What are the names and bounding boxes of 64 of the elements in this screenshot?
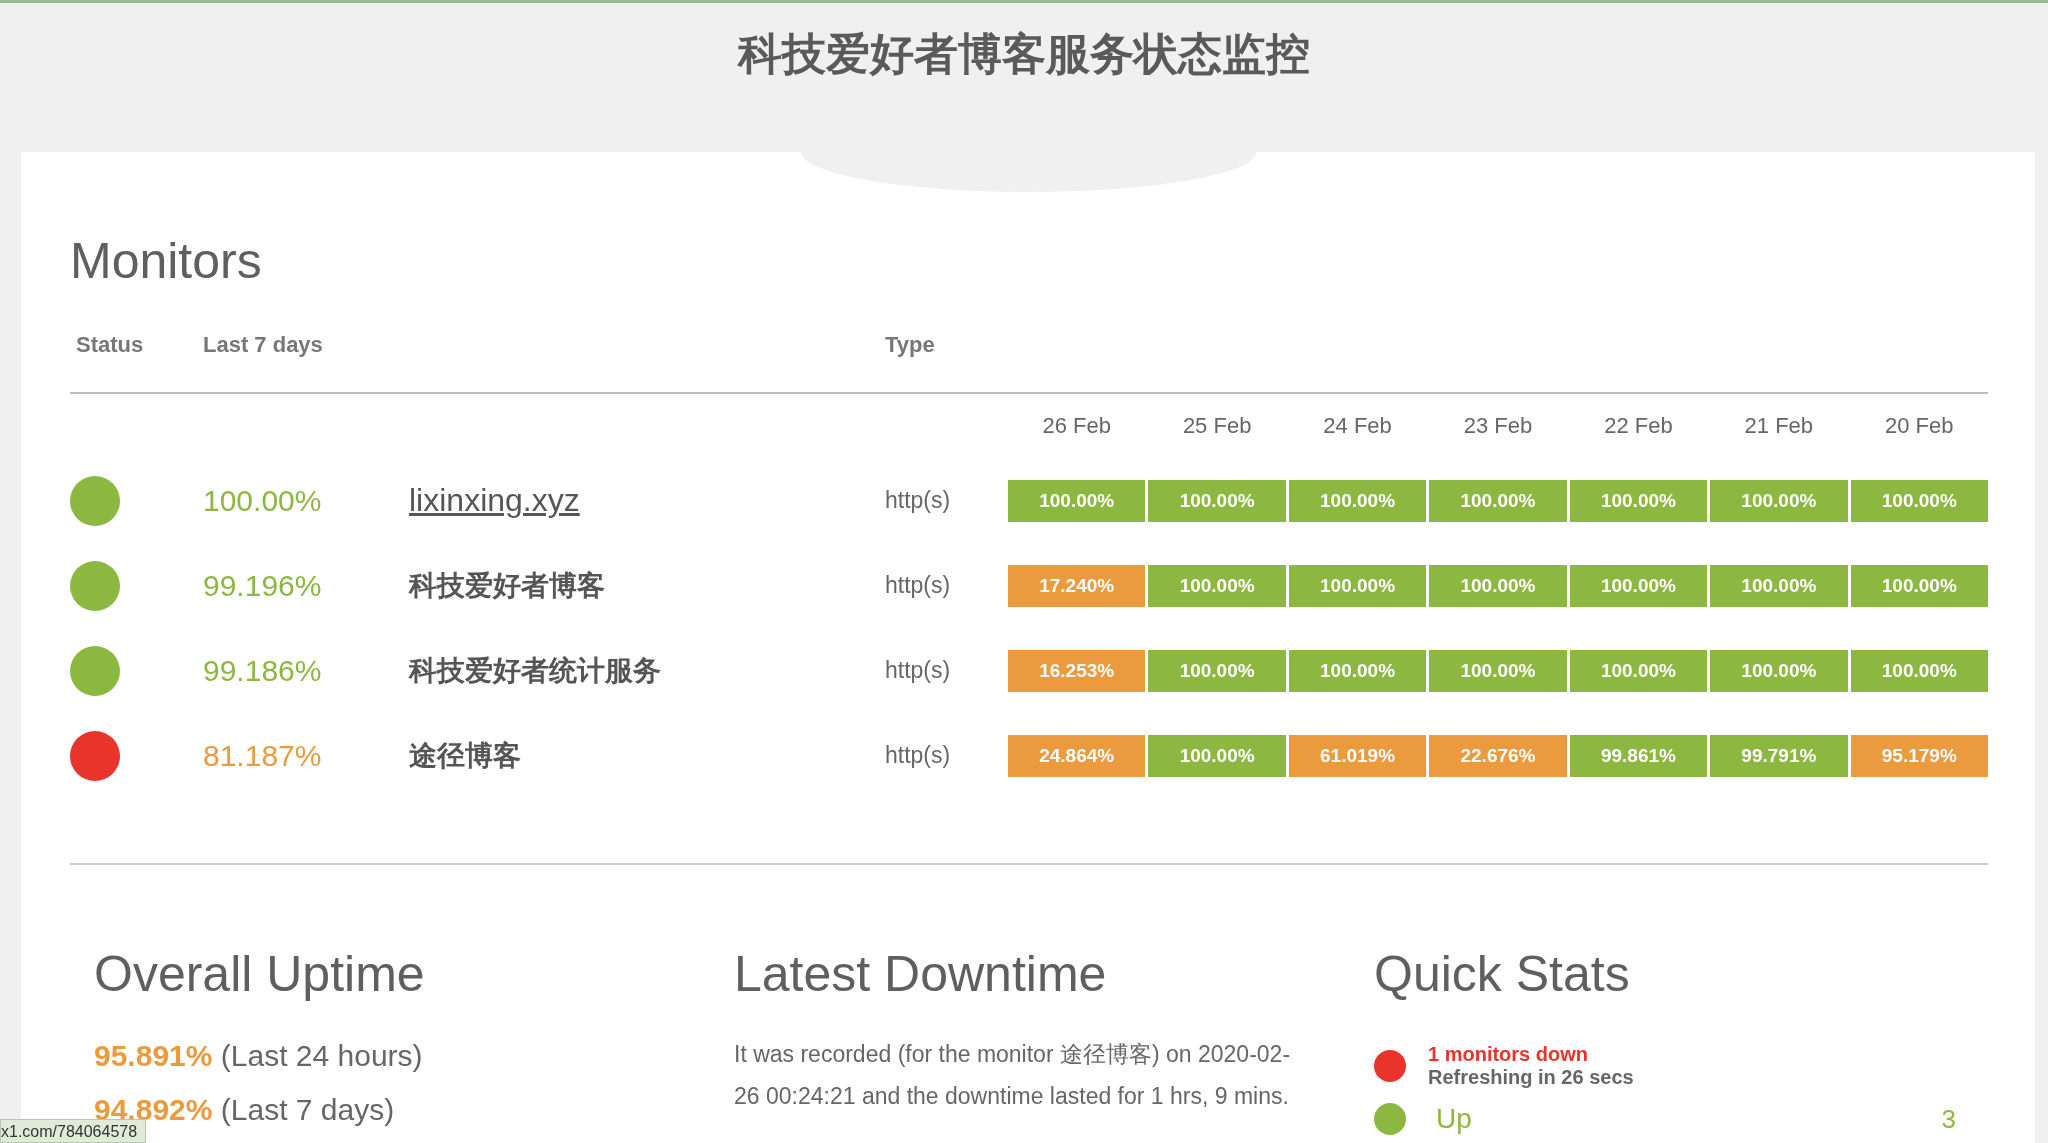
daily-uptime-cell: 17.240% (1008, 564, 1146, 607)
uptime-value: 95.891% (94, 1039, 213, 1072)
status-label: Up (1436, 1103, 1472, 1135)
daily-uptime-cell: 100.00% (1148, 734, 1286, 777)
monitor-name: 科技爱好者统计服务 (409, 653, 661, 687)
date-label: 23 Feb (1462, 413, 1534, 439)
downtime-description: It was recorded (for the monitor 途径博客) on 2020-02-26 00:24:21 and the downtime lasted for 1 hrs, 9 mins. (734, 1040, 1292, 1111)
page-title: 科技爱好者博客服务状态监控 (738, 27, 1310, 81)
daily-uptime-cell: 100.00% (1569, 564, 1708, 607)
section-heading: Quick Stats (1374, 945, 1631, 1003)
monitor-type: http(s) (885, 487, 952, 514)
status-count: 3 (1941, 1103, 1956, 1135)
daily-uptime-cell: 95.179% (1850, 734, 1988, 777)
monitor-type: http(s) (885, 572, 952, 599)
monitor-link[interactable]: lixinxing.xyz (409, 482, 580, 518)
daily-uptime-cell: 100.00% (1710, 564, 1848, 607)
daily-uptime-cell: 100.00% (1710, 649, 1848, 692)
daily-uptime-cell: 100.00% (1850, 649, 1988, 692)
daily-uptime-cell: 24.864% (1008, 734, 1146, 777)
daily-uptime-cell: 100.00% (1710, 479, 1848, 522)
daily-uptime-cell: 100.00% (1569, 479, 1708, 522)
daily-uptime-cell: 100.00% (1148, 479, 1286, 522)
section-heading: Monitors (70, 232, 263, 290)
section-heading: Latest Downtime (734, 945, 1108, 1003)
date-label: 25 Feb (1181, 413, 1253, 439)
date-label: 21 Feb (1743, 413, 1815, 439)
daily-uptime-cell: 61.019% (1288, 734, 1427, 777)
daily-uptime-cell: 100.00% (1850, 564, 1988, 607)
daily-uptime-cell: 16.253% (1008, 649, 1146, 692)
column-header: Status (75, 332, 145, 358)
daily-uptime-cell: 100.00% (1429, 479, 1567, 522)
daily-uptime-cell: 100.00% (1288, 479, 1427, 522)
monitor-type: http(s) (885, 742, 952, 769)
uptime-period: (Last 7 days) (220, 1093, 395, 1126)
daily-uptime-cell: 100.00% (1008, 479, 1146, 522)
date-label: 26 Feb (1041, 413, 1112, 439)
date-label: 24 Feb (1322, 413, 1393, 439)
monitor-name: 途径博客 (409, 738, 521, 772)
monitor-name: 科技爱好者博客 (409, 568, 605, 602)
daily-uptime-cell: 100.00% (1429, 649, 1567, 692)
date-label: 22 Feb (1603, 413, 1674, 439)
daily-uptime-cell: 100.00% (1569, 649, 1708, 692)
daily-uptime-cell: 100.00% (1288, 649, 1427, 692)
refresh-note: Refreshing in 26 secs (1428, 1066, 1634, 1089)
uptime-percent: 81.187% (203, 738, 323, 773)
column-header: Last 7 days (203, 332, 324, 358)
daily-uptime-cell: 99.791% (1710, 734, 1848, 777)
link-preview-url: x1.com/784064578 (0, 1119, 147, 1143)
uptime-percent: 99.196% (203, 568, 323, 603)
daily-uptime-cell: 100.00% (1288, 564, 1427, 607)
date-label: 20 Feb (1884, 413, 1955, 439)
uptime-percent: 100.00% (203, 483, 323, 518)
daily-uptime-cell: 100.00% (1148, 649, 1286, 692)
uptime-period: (Last 24 hours) (220, 1039, 423, 1072)
daily-uptime-cell: 22.676% (1429, 734, 1567, 777)
section-heading: Overall Uptime (94, 945, 426, 1003)
column-header: Type (885, 332, 936, 358)
daily-uptime-cell: 100.00% (1429, 564, 1567, 607)
alert-title: 1 monitors down (1428, 1043, 1589, 1066)
daily-uptime-cell: 100.00% (1148, 564, 1286, 607)
monitor-type: http(s) (885, 657, 952, 684)
uptime-percent: 99.186% (203, 653, 323, 688)
daily-uptime-cell: 99.861% (1569, 734, 1708, 777)
daily-uptime-cell: 100.00% (1850, 479, 1988, 522)
